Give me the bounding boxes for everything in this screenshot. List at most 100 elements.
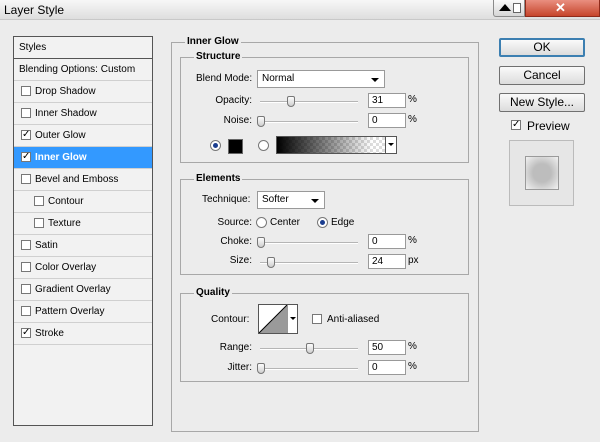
solid-color-radio[interactable] — [210, 140, 221, 151]
style-item-stroke[interactable]: ✓ Stroke — [14, 323, 152, 345]
style-preview — [509, 140, 574, 206]
choke-input[interactable]: 0 — [368, 234, 406, 249]
range-input[interactable]: 50 — [368, 340, 406, 355]
style-item-checkbox[interactable] — [21, 86, 31, 96]
style-item-checkbox[interactable] — [21, 262, 31, 272]
style-preview-swatch — [525, 156, 559, 190]
elements-title: Elements — [194, 173, 243, 184]
range-unit: % — [408, 341, 417, 352]
arrow-up-icon — [499, 4, 511, 11]
jitter-slider-thumb[interactable] — [257, 363, 265, 374]
style-item-checkbox[interactable] — [34, 196, 44, 206]
style-item-checkbox[interactable] — [21, 284, 31, 294]
style-item-checkbox[interactable]: ✓ — [21, 130, 31, 140]
style-item-label: Inner Shadow — [35, 108, 97, 119]
style-item-color-overlay[interactable]: Color Overlay — [14, 257, 152, 279]
choke-label: Choke: — [220, 236, 252, 247]
opacity-input[interactable]: 31 — [368, 93, 406, 108]
opacity-unit: % — [408, 94, 417, 105]
chevron-down-icon[interactable] — [287, 305, 297, 333]
style-item-label: Contour — [48, 196, 84, 207]
style-item-drop-shadow[interactable]: Drop Shadow — [14, 81, 152, 103]
choke-slider[interactable] — [260, 242, 358, 244]
window-title: Layer Style — [4, 3, 65, 17]
styles-list: Styles Blending Options: Custom Drop Shad… — [13, 36, 153, 426]
noise-unit: % — [408, 114, 417, 125]
noise-input[interactable]: 0 — [368, 113, 406, 128]
size-label: Size: — [229, 255, 252, 266]
preview-checkbox[interactable]: ✓ — [511, 120, 521, 130]
noise-label: Noise: — [223, 115, 252, 126]
style-item-blending-options-custom[interactable]: Blending Options: Custom — [14, 59, 152, 81]
new-style-button[interactable]: New Style... — [499, 93, 585, 112]
source-label: Source: — [217, 217, 252, 228]
glow-color-swatch[interactable] — [228, 139, 243, 154]
inner-glow-title: Inner Glow — [185, 36, 241, 47]
style-item-checkbox[interactable]: ✓ — [21, 328, 31, 338]
style-item-pattern-overlay[interactable]: Pattern Overlay — [14, 301, 152, 323]
jitter-slider[interactable] — [260, 368, 358, 370]
contour-picker[interactable] — [258, 304, 298, 334]
style-item-texture[interactable]: Texture — [14, 213, 152, 235]
style-item-label: Satin — [35, 240, 58, 251]
style-item-label: Color Overlay — [35, 262, 97, 273]
style-item-bevel-and-emboss[interactable]: Bevel and Emboss — [14, 169, 152, 191]
chevron-down-icon[interactable] — [385, 137, 396, 153]
opacity-label: Opacity: — [215, 95, 252, 106]
style-item-label: Blending Options: Custom — [19, 64, 136, 75]
title-bar: Layer Style ✕ — [0, 0, 600, 20]
blend-mode-value: Normal — [262, 73, 295, 84]
structure-title: Structure — [194, 51, 243, 62]
choke-slider-thumb[interactable] — [257, 237, 265, 248]
noise-slider-thumb[interactable] — [257, 116, 265, 127]
source-edge-radio[interactable] — [317, 217, 328, 228]
style-item-checkbox[interactable] — [34, 218, 44, 228]
style-item-checkbox[interactable] — [21, 174, 31, 184]
style-item-checkbox[interactable] — [21, 240, 31, 250]
style-item-label: Outer Glow — [35, 130, 86, 141]
source-center-radio[interactable] — [256, 217, 267, 228]
style-item-checkbox[interactable] — [21, 306, 31, 316]
style-item-label: Gradient Overlay — [35, 284, 111, 295]
technique-select[interactable]: Softer — [257, 191, 325, 209]
contour-label: Contour: — [211, 314, 250, 325]
style-item-label: Bevel and Emboss — [35, 174, 119, 185]
style-item-label: Drop Shadow — [35, 86, 96, 97]
noise-slider[interactable] — [260, 121, 358, 123]
gradient-radio[interactable] — [258, 140, 269, 151]
styles-header[interactable]: Styles — [14, 37, 152, 59]
size-unit: px — [408, 255, 419, 266]
range-label: Range: — [219, 342, 252, 353]
style-item-gradient-overlay[interactable]: Gradient Overlay — [14, 279, 152, 301]
jitter-input[interactable]: 0 — [368, 360, 406, 375]
size-input[interactable]: 24 — [368, 254, 406, 269]
size-slider-thumb[interactable] — [266, 257, 275, 268]
close-button[interactable]: ✕ — [525, 0, 600, 17]
anti-aliased-checkbox[interactable] — [312, 314, 322, 324]
style-item-label: Texture — [48, 218, 81, 229]
style-item-inner-glow[interactable]: ✓ Inner Glow — [14, 147, 152, 169]
glow-gradient-picker[interactable] — [276, 136, 397, 154]
jitter-label: Jitter: — [227, 362, 252, 373]
ok-button[interactable]: OK — [499, 38, 585, 57]
source-center-label: Center — [270, 217, 301, 228]
opacity-slider-thumb[interactable] — [287, 96, 296, 107]
source-edge-label: Edge — [331, 217, 355, 228]
style-item-label: Inner Glow — [35, 152, 87, 163]
style-item-checkbox[interactable]: ✓ — [21, 152, 31, 162]
blend-mode-select[interactable]: Normal — [257, 70, 385, 88]
technique-label: Technique: — [202, 194, 251, 205]
style-item-inner-shadow[interactable]: Inner Shadow — [14, 103, 152, 125]
style-item-checkbox[interactable] — [21, 108, 31, 118]
style-item-satin[interactable]: Satin — [14, 235, 152, 257]
cancel-button[interactable]: Cancel — [499, 66, 585, 85]
opacity-slider[interactable] — [260, 101, 358, 103]
range-slider-thumb[interactable] — [306, 343, 314, 354]
document-icon — [513, 3, 521, 13]
style-item-contour[interactable]: Contour — [14, 191, 152, 213]
style-item-outer-glow[interactable]: ✓ Outer Glow — [14, 125, 152, 147]
jitter-unit: % — [408, 361, 417, 372]
help-button[interactable] — [493, 0, 525, 17]
chevron-down-icon — [311, 199, 319, 203]
contour-curve-icon — [259, 305, 288, 333]
